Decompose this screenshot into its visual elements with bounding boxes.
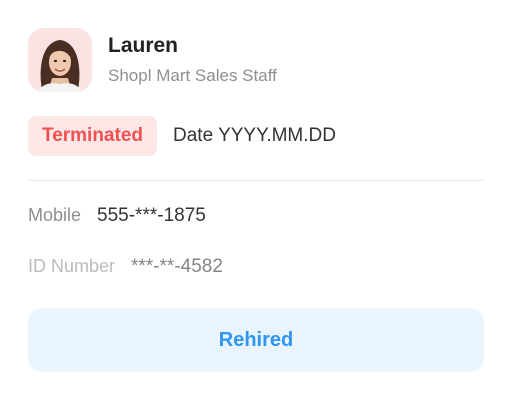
name-block: Lauren Shopl Mart Sales Staff bbox=[108, 33, 277, 87]
employee-header: Lauren Shopl Mart Sales Staff bbox=[28, 28, 277, 92]
user-photo-icon bbox=[28, 28, 92, 92]
status-badge: Terminated bbox=[28, 116, 158, 156]
rehired-button[interactable]: Rehired bbox=[28, 308, 484, 372]
avatar bbox=[28, 28, 92, 92]
id-number-label: ID Number bbox=[28, 256, 116, 276]
mobile-label: Mobile bbox=[28, 205, 82, 225]
status-date: Date YYYY.MM.DD bbox=[173, 125, 336, 146]
divider bbox=[28, 180, 484, 181]
id-number-row: ID Number ***-**-4582 bbox=[28, 256, 223, 278]
employee-name: Lauren bbox=[108, 34, 179, 57]
employee-card: Lauren Shopl Mart Sales Staff Terminated… bbox=[0, 0, 512, 400]
mobile-row: Mobile 555-***-1875 bbox=[28, 205, 206, 227]
mobile-value: 555-***-1875 bbox=[97, 205, 206, 226]
employee-role: Shopl Mart Sales Staff bbox=[108, 66, 277, 85]
id-number-value: ***-**-4582 bbox=[131, 256, 223, 277]
status-row: Terminated Date YYYY.MM.DD bbox=[28, 116, 336, 156]
